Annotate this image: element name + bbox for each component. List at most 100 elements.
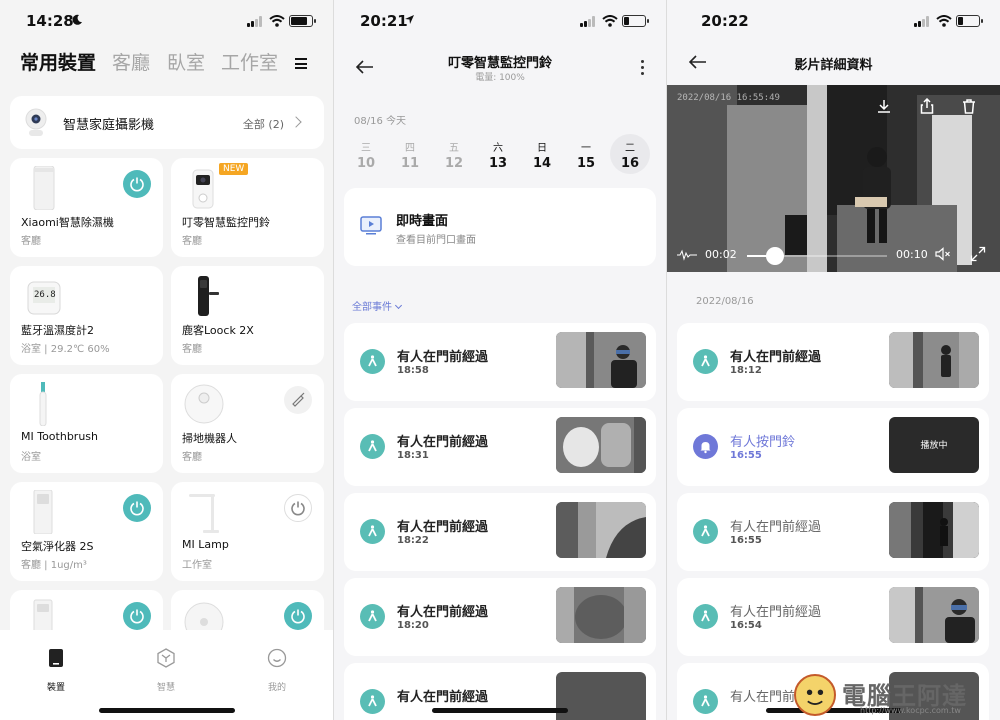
device-card-air-purifier[interactable]: 空氣淨化器 2S 客廳 | 1ug/m³ xyxy=(10,482,163,581)
event-thumbnail[interactable] xyxy=(556,332,646,388)
device-card-toothbrush[interactable]: MI Toothbrush 浴室 xyxy=(10,374,163,473)
event-row[interactable]: 有人在門前經過 18:31 xyxy=(344,408,656,486)
status-time: 14:28 xyxy=(26,12,74,30)
tab-living-room[interactable]: 客廳 xyxy=(112,48,150,75)
trash-icon[interactable] xyxy=(961,98,977,114)
day-thu[interactable]: 四 11 xyxy=(390,134,430,174)
event-row[interactable]: 有人在門前經過 18:12 xyxy=(677,323,989,401)
power-button[interactable] xyxy=(123,494,151,522)
toothbrush-icon xyxy=(39,382,47,426)
page-title: 影片詳細資料 xyxy=(794,58,873,73)
day-sun[interactable]: 日 14 xyxy=(522,134,562,174)
event-thumbnail[interactable] xyxy=(556,502,646,558)
device-name: 掃地機器人 xyxy=(182,432,237,445)
event-title: 有人在門前經過 xyxy=(730,350,822,365)
camera-group-label: 智慧家庭攝影機 xyxy=(63,118,155,133)
location-arrow-icon xyxy=(405,15,414,24)
status-bar: 14:28 xyxy=(0,0,333,42)
live-view-title: 即時畫面 xyxy=(396,214,449,229)
day-tue-selected[interactable]: 二 16 xyxy=(610,134,650,174)
event-row-ring[interactable]: 有人按門鈴 16:55 播放中 xyxy=(677,408,989,486)
device-room: 工作室 xyxy=(182,560,212,571)
event-row[interactable]: 有人在門前經過 16:54 xyxy=(677,578,989,656)
device-room: 客廳 | 1ug/m³ xyxy=(21,560,87,571)
device-card-thermometer[interactable]: 26.8 藍牙溫濕度計2 浴室 | 29.2℃ 60% xyxy=(10,266,163,365)
day-fri[interactable]: 五 12 xyxy=(434,134,474,174)
power-button[interactable] xyxy=(284,602,312,630)
event-filter[interactable]: 全部事件 xyxy=(352,298,403,313)
more-options-icon[interactable] xyxy=(641,60,644,75)
event-thumbnail[interactable] xyxy=(889,502,979,558)
tab-studio[interactable]: 工作室 xyxy=(221,48,278,75)
tab-profile[interactable]: 我的 xyxy=(247,648,307,694)
wifi-icon xyxy=(269,15,285,27)
download-icon[interactable] xyxy=(876,98,892,114)
device-name: 叮零智慧監控門鈴 xyxy=(182,216,270,229)
live-view-desc: 查看目前門口畫面 xyxy=(396,235,476,246)
wifi-icon xyxy=(936,15,952,27)
watermark-url: http://www.kocpc.com.tw xyxy=(860,706,961,715)
tab-label: 我的 xyxy=(267,683,286,693)
event-thumbnail[interactable] xyxy=(889,587,979,643)
tab-smart[interactable]: 智慧 xyxy=(136,648,196,694)
device-card-doorbell[interactable]: NEW 叮零智慧監控門鈴 客廳 xyxy=(171,158,324,257)
event-thumbnail[interactable] xyxy=(556,672,646,720)
share-icon[interactable] xyxy=(919,98,935,114)
power-button[interactable] xyxy=(284,494,312,522)
doorbell-events-screen: 20:21 叮零智慧監控門鈴 電量: 100% 08/16 今天 三 10 四 11… xyxy=(334,0,666,720)
power-button[interactable] xyxy=(123,170,151,198)
event-thumbnail[interactable] xyxy=(556,587,646,643)
device-icon xyxy=(49,649,63,667)
live-view-icon xyxy=(360,216,382,235)
event-thumbnail[interactable] xyxy=(556,417,646,473)
chevron-down-icon xyxy=(394,301,403,310)
cleaning-icon[interactable] xyxy=(284,386,312,414)
device-card-dehumidifier[interactable]: Xiaomi智慧除濕機 客廳 xyxy=(10,158,163,257)
lamp-icon xyxy=(189,494,219,533)
tab-favorites[interactable]: 常用裝置 xyxy=(20,48,96,75)
fullscreen-icon[interactable] xyxy=(970,246,986,262)
motion-icon xyxy=(360,434,385,459)
device-card-robot-vacuum[interactable]: 掃地機器人 客廳 xyxy=(171,374,324,473)
day-mon[interactable]: 一 15 xyxy=(566,134,606,174)
camera-group-count: 全部 (2) xyxy=(242,118,284,131)
progress-knob[interactable] xyxy=(766,247,784,265)
event-row[interactable]: 有人在門前經過 18:22 xyxy=(344,493,656,571)
event-thumbnail[interactable] xyxy=(889,332,979,388)
event-row[interactable]: 有人在門前經過 18:20 xyxy=(344,578,656,656)
event-time: 16:55 xyxy=(730,535,762,546)
mute-icon[interactable] xyxy=(935,246,951,262)
day-wed[interactable]: 三 10 xyxy=(346,134,386,174)
home-screen: 14:28 常用裝置 客廳 臥室 工作室 智慧家庭攝影機 全部 (2) Xiao… xyxy=(0,0,333,720)
power-button[interactable] xyxy=(123,602,151,630)
device-room: 客廳 xyxy=(182,344,202,355)
device-card-lamp[interactable]: MI Lamp 工作室 xyxy=(171,482,324,581)
motion-icon xyxy=(360,519,385,544)
event-row[interactable]: 有人在門前經過 18:58 xyxy=(344,323,656,401)
room-tabs: 常用裝置 客廳 臥室 工作室 xyxy=(20,48,313,80)
event-thumbnail-playing[interactable]: 播放中 xyxy=(889,417,979,473)
device-name: MI Lamp xyxy=(182,538,229,551)
event-time: 18:20 xyxy=(397,620,429,631)
dehumidifier-icon xyxy=(33,166,55,210)
device-room: 客廳 xyxy=(21,236,41,247)
device-card-smart-lock[interactable]: 鹿客Loock 2X 客廳 xyxy=(171,266,324,365)
status-bar: 20:21 xyxy=(334,0,666,42)
day-sat[interactable]: 六 13 xyxy=(478,134,518,174)
menu-icon[interactable] xyxy=(295,58,307,69)
motion-icon xyxy=(360,349,385,374)
tab-bedroom[interactable]: 臥室 xyxy=(167,48,205,75)
tab-devices[interactable]: 裝置 xyxy=(26,648,86,694)
device-name: MI Toothbrush xyxy=(21,430,99,443)
motion-icon xyxy=(693,349,718,374)
smart-icon xyxy=(157,648,175,668)
camera-icon xyxy=(25,108,47,136)
event-title: 有人在門前經過 xyxy=(730,605,822,620)
video-player[interactable]: 2022/08/16 16:55:49 00:02 00:10 xyxy=(667,85,1000,272)
robot-vacuum-icon xyxy=(184,384,224,424)
live-view-card[interactable]: 即時畫面 查看目前門口畫面 xyxy=(344,188,656,266)
signal-icon xyxy=(247,16,263,27)
event-row[interactable]: 有人在門前經過 16:55 xyxy=(677,493,989,571)
bell-icon xyxy=(693,434,718,459)
camera-group-bar[interactable]: 智慧家庭攝影機 全部 (2) xyxy=(10,96,324,149)
